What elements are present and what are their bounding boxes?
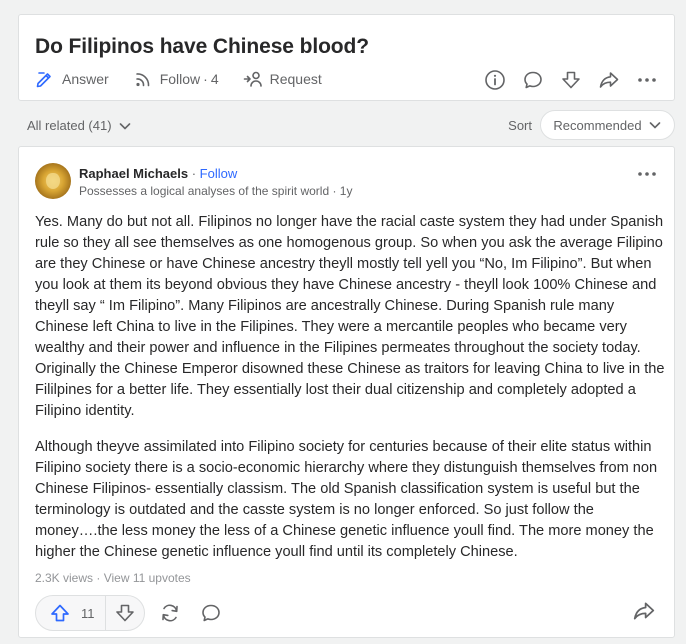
- author-name[interactable]: Raphael Michaels: [79, 166, 188, 181]
- all-related-label: All related (41): [27, 118, 112, 133]
- more-icon: [638, 78, 656, 82]
- chevron-down-icon: [649, 122, 660, 129]
- answer-body: Yes. Many do but not all. Filipinos no l…: [35, 212, 665, 578]
- answer-card: Raphael Michaels · Follow Possesses a lo…: [18, 146, 675, 638]
- downvote-icon: [562, 71, 580, 89]
- avatar[interactable]: [35, 163, 71, 199]
- upvote-button[interactable]: 11: [36, 596, 106, 630]
- answer-label: Answer: [62, 71, 109, 87]
- comment-answer-button[interactable]: [195, 597, 227, 629]
- answer-more-button[interactable]: [636, 163, 658, 190]
- author-credential-line: Possesses a logical analyses of the spir…: [79, 184, 352, 198]
- stats-separator: ·: [93, 571, 104, 585]
- related-bar: All related (41) Sort Recommended: [27, 110, 675, 140]
- share-icon: [633, 602, 655, 620]
- view-upvotes-link[interactable]: View 11 upvotes: [104, 571, 191, 585]
- answer-paragraph: Although theyve assimilated into Filipin…: [35, 439, 658, 560]
- follow-label: Follow: [159, 71, 201, 87]
- upvote-icon: [51, 604, 69, 622]
- request-label: Request: [269, 71, 322, 87]
- answer-stats: 2.3K views · View 11 upvotes: [35, 571, 191, 585]
- author-row: Raphael Michaels · Follow Possesses a lo…: [35, 163, 352, 199]
- request-button[interactable]: Request: [243, 69, 322, 89]
- follow-separator: ·: [203, 71, 208, 87]
- share-repost-button[interactable]: [154, 597, 186, 629]
- share-answer-button[interactable]: [632, 599, 656, 628]
- more-icon: [638, 172, 656, 176]
- info-button[interactable]: [482, 67, 508, 93]
- follow-author-link[interactable]: Follow: [200, 166, 238, 181]
- author-credential[interactable]: Possesses a logical analyses of the spir…: [79, 184, 329, 198]
- rss-icon: [135, 73, 149, 87]
- question-toolbar: [470, 67, 660, 93]
- comment-icon: [524, 71, 542, 89]
- answer-button[interactable]: Answer: [35, 69, 109, 89]
- author-meta: Raphael Michaels · Follow Possesses a lo…: [79, 163, 352, 199]
- all-related-dropdown[interactable]: All related (41): [27, 118, 132, 133]
- answer-paragraph: Yes. Many do but not all. Filipinos no l…: [35, 214, 665, 419]
- follow-button[interactable]: Follow · 4: [133, 69, 219, 89]
- comment-icon: [201, 604, 220, 622]
- question-title[interactable]: Do Filipinos have Chinese blood?: [35, 35, 369, 59]
- upvote-count: 11: [81, 605, 95, 621]
- downvote-question-button[interactable]: [558, 67, 584, 93]
- chevron-down-icon: [119, 122, 130, 129]
- comment-button[interactable]: [520, 67, 546, 93]
- view-count: 2.3K views: [35, 571, 94, 585]
- share-question-button[interactable]: [596, 67, 622, 93]
- follow-count: 4: [210, 71, 219, 87]
- sort-label: Sort: [508, 118, 532, 133]
- sort-value: Recommended: [553, 117, 642, 133]
- author-line: Raphael Michaels · Follow: [79, 166, 352, 181]
- question-card: Do Filipinos have Chinese blood? Answer …: [18, 14, 675, 101]
- question-actions: Answer Follow · 4 Request: [35, 69, 346, 89]
- request-icon: [243, 71, 262, 87]
- pencil-icon: [36, 72, 51, 88]
- more-options-button[interactable]: [634, 67, 660, 93]
- sort-select[interactable]: Recommended: [540, 110, 675, 140]
- vote-row: 11: [35, 595, 227, 631]
- time-separator: ·: [329, 184, 340, 198]
- share-icon: [599, 72, 619, 88]
- repost-icon: [161, 604, 178, 622]
- vote-pill: 11: [35, 595, 145, 631]
- lion-emblem-icon: [46, 173, 60, 189]
- info-icon: [485, 70, 505, 90]
- downvote-button[interactable]: [106, 596, 144, 630]
- answer-time[interactable]: 1y: [340, 184, 353, 198]
- author-separator: ·: [188, 166, 200, 181]
- downvote-icon: [115, 604, 134, 622]
